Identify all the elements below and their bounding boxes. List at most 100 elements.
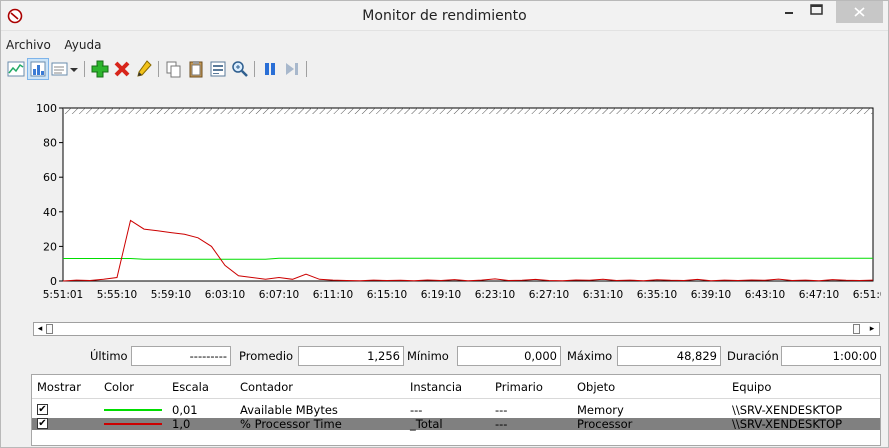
- dropdown-icon[interactable]: [68, 59, 80, 79]
- time-scrollbar[interactable]: ◂ ▸: [33, 322, 880, 336]
- toolbar: [4, 57, 604, 81]
- duracion-value: 1:00:00: [781, 346, 881, 366]
- promedio-label: Promedio: [239, 349, 294, 363]
- row-computer: \\SRV-XENDESKTOP: [732, 417, 843, 431]
- x-tick-label: 6:47:10: [799, 289, 839, 301]
- x-tick-label: 6:39:10: [691, 289, 731, 301]
- view-graph-icon[interactable]: [6, 59, 26, 79]
- x-tick-label: 6:31:10: [583, 289, 623, 301]
- row-parent: ---: [495, 403, 508, 417]
- title-bar: Monitor de rendimiento: [1, 1, 888, 31]
- show-checkbox[interactable]: ✔: [37, 418, 48, 429]
- ultimo-label: Último: [90, 349, 128, 363]
- maximo-value: 48,829: [617, 346, 721, 366]
- toolbar-separator: [254, 61, 255, 77]
- header-color[interactable]: Color: [104, 380, 134, 394]
- delete-counter-icon[interactable]: [112, 59, 132, 79]
- y-tick-label: 20: [43, 240, 57, 253]
- x-tick-label: 6:27:10: [529, 289, 569, 301]
- promedio-value: 1,256: [298, 346, 404, 366]
- menu-bar: Archivo Ayuda: [1, 36, 888, 54]
- maximo-label: Máximo: [567, 349, 613, 363]
- minimize-button[interactable]: [775, 1, 803, 23]
- x-tick-label: 6:03:10: [205, 289, 245, 301]
- x-tick-label: 6:23:10: [475, 289, 515, 301]
- paste-counter-list-icon[interactable]: [186, 59, 206, 79]
- row-instance: _Total: [410, 417, 443, 431]
- duracion-label: Duración: [727, 349, 779, 363]
- counter-row-processor-time[interactable]: ✔ 1,0 % Processor Time _Total --- Proces…: [32, 418, 880, 430]
- row-object: Memory: [577, 403, 624, 417]
- scroll-thumb-right[interactable]: [853, 324, 860, 334]
- x-tick-label: 5:51:01: [43, 289, 83, 301]
- minimo-value: 0,000: [457, 346, 561, 366]
- series-color-swatch: [104, 409, 162, 411]
- toolbar-separator: [306, 61, 307, 77]
- scroll-thumb-left[interactable]: [46, 324, 53, 334]
- x-tick-label: 6:35:10: [637, 289, 677, 301]
- x-tick-label: 6:11:10: [313, 289, 353, 301]
- zoom-icon[interactable]: [230, 59, 250, 79]
- x-tick-label: 6:51:02: [853, 289, 881, 301]
- header-primario[interactable]: Primario: [495, 380, 543, 394]
- plot-area: [62, 107, 874, 282]
- toolbar-separator: [158, 61, 159, 77]
- menu-archivo[interactable]: Archivo: [1, 36, 56, 54]
- row-counter: Available MBytes: [240, 403, 338, 417]
- counter-row-available-mbytes[interactable]: ✔ 0,01 Available MBytes --- --- Memory \…: [32, 404, 880, 416]
- header-mostrar[interactable]: Mostrar: [37, 380, 81, 394]
- plot-top-hatch: [63, 108, 873, 114]
- x-tick-label: 6:19:10: [421, 289, 461, 301]
- header-escala[interactable]: Escala: [172, 380, 209, 394]
- performance-graph: 100 80 60 40 20 0 5:51:01 5:55:10 5:59:10 6:03:1…: [36, 102, 889, 301]
- x-tick-label: 6:15:10: [367, 289, 407, 301]
- menu-ayuda[interactable]: Ayuda: [59, 36, 106, 54]
- row-parent: ---: [495, 417, 508, 431]
- maximize-icon: [810, 4, 823, 15]
- window-title: Monitor de rendimiento: [362, 8, 527, 24]
- y-tick-label: 100: [36, 102, 57, 115]
- view-histogram-icon[interactable]: [27, 58, 49, 80]
- close-icon: [854, 7, 865, 17]
- series-color-swatch: [104, 423, 162, 425]
- stats-bar: Último --------- Promedio 1,256 Mínimo 0…: [1, 346, 889, 368]
- show-checkbox[interactable]: ✔: [37, 404, 48, 415]
- x-tick-label: 6:43:10: [745, 289, 785, 301]
- add-counter-icon[interactable]: [90, 59, 110, 79]
- y-tick-label: 0: [50, 275, 57, 288]
- close-button[interactable]: [836, 1, 883, 23]
- change-graph-type-icon[interactable]: [50, 59, 70, 79]
- row-instance: ---: [410, 403, 423, 417]
- minimize-icon: [785, 12, 793, 14]
- legend-header-row: Mostrar Color Escala Contador Instancia …: [32, 375, 880, 399]
- x-tick-label: 5:59:10: [151, 289, 191, 301]
- row-scale: 0,01: [172, 403, 198, 417]
- y-tick-label: 60: [43, 171, 57, 184]
- header-contador[interactable]: Contador: [240, 380, 293, 394]
- header-equipo[interactable]: Equipo: [732, 380, 771, 394]
- update-data-icon[interactable]: [282, 59, 302, 79]
- header-instancia[interactable]: Instancia: [410, 380, 462, 394]
- toolbar-separator: [84, 61, 85, 77]
- y-tick-label: 40: [43, 206, 57, 219]
- graph-panel: 100 80 60 40 20 0 5:51:01 5:55:10 5:59:10 6:03:1…: [21, 87, 889, 315]
- row-scale: 1,0: [172, 417, 191, 431]
- y-tick-label: 80: [43, 137, 57, 150]
- minimo-label: Mínimo: [407, 349, 449, 363]
- x-tick-label: 5:55:10: [97, 289, 137, 301]
- header-objeto[interactable]: Objeto: [577, 380, 615, 394]
- row-counter: % Processor Time: [240, 417, 342, 431]
- properties-icon[interactable]: [208, 59, 228, 79]
- x-tick-label: 6:07:10: [259, 289, 299, 301]
- copy-properties-icon[interactable]: [164, 59, 184, 79]
- maximize-button[interactable]: [803, 1, 831, 23]
- performance-monitor-window: Monitor de rendimiento Archivo Ayuda 100…: [0, 0, 889, 448]
- counter-legend-table: Mostrar Color Escala Contador Instancia …: [31, 374, 881, 446]
- row-object: Processor: [577, 417, 633, 431]
- highlight-icon[interactable]: [134, 59, 154, 79]
- freeze-display-icon[interactable]: [260, 59, 280, 79]
- scroll-right-arrow-icon[interactable]: ▸: [866, 323, 878, 335]
- row-computer: \\SRV-XENDESKTOP: [732, 403, 843, 417]
- ultimo-value: ---------: [131, 346, 231, 366]
- scroll-left-arrow-icon[interactable]: ◂: [34, 323, 46, 335]
